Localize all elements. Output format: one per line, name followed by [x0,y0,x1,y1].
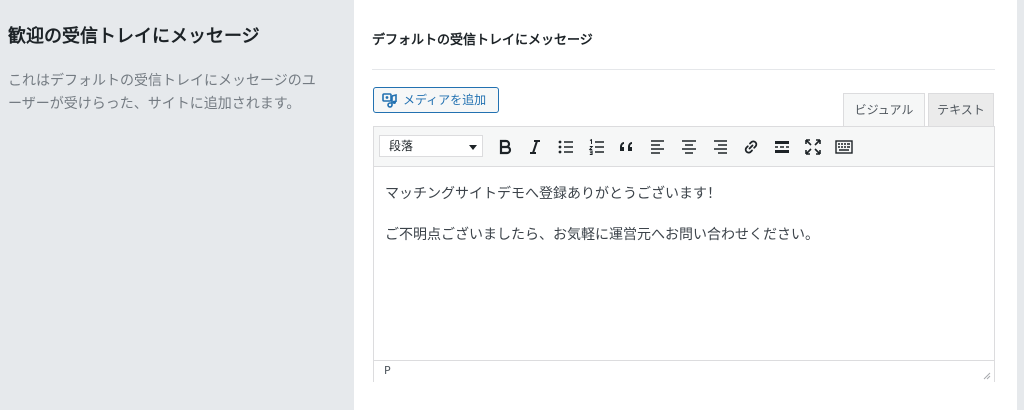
toolbar-toggle-button[interactable] [834,137,854,157]
bulleted-list-button[interactable] [556,137,576,157]
bulleted-list-icon [558,140,573,154]
fullscreen-icon [805,139,821,155]
editor-statusbar: P [374,360,994,382]
format-select-value: 段落 [389,139,414,153]
read-more-icon [775,141,789,153]
align-right-button[interactable] [710,137,730,157]
section-title: デフォルトの受信トレイにメッセージ [372,33,593,48]
align-center-icon [682,140,696,154]
paragraph-format-select[interactable]: 段落 [379,135,483,157]
add-media-label: メディアを追加 [403,93,487,107]
settings-sidebar: 歓迎の受信トレイにメッセージ これはデフォルトの受信トレイにメッセージのユーザー… [0,0,354,410]
resize-handle-icon[interactable] [981,370,991,380]
italic-icon [530,140,540,154]
editor-toolbar: 段落 [374,127,994,167]
element-path[interactable]: P [384,364,391,377]
align-center-button[interactable] [679,137,699,157]
italic-button[interactable] [525,137,545,157]
divider [372,69,995,70]
bold-icon [499,139,512,155]
media-add-icon [382,92,398,108]
bold-button[interactable] [495,137,515,157]
settings-title: 歓迎の受信トレイにメッセージ [8,26,260,47]
content-paragraph: ご不明点ございましたら、お気軽に運営元へお問い合わせください。 [385,227,819,243]
read-more-button[interactable] [772,137,792,157]
blockquote-button[interactable] [617,137,637,157]
tab-text[interactable]: テキスト [928,93,994,127]
editor-content[interactable]: マッチングサイトデモへ登録ありがとうございます！ ご不明点ございましたら、お気軽… [385,183,819,265]
numbered-list-icon [588,138,604,155]
insert-link-button[interactable] [741,137,761,157]
page-gutter [1017,0,1024,410]
align-left-button[interactable] [648,137,668,157]
link-icon [744,140,758,154]
add-media-button[interactable]: メディアを追加 [373,87,499,113]
tab-visual[interactable]: ビジュアル [843,93,925,127]
fullscreen-button[interactable] [803,137,823,157]
rich-text-editor: 段落 マッチングサイトデモへ登録ありがとうございます！ ご不明点ございましたら、… [373,126,995,382]
quote-icon [620,142,632,151]
keyboard-icon [835,140,853,154]
chevron-down-icon [469,145,477,150]
align-left-icon [651,140,664,154]
numbered-list-button[interactable] [587,137,607,157]
align-right-icon [714,140,727,154]
content-paragraph: マッチングサイトデモへ登録ありがとうございます！ [385,186,721,202]
settings-description: これはデフォルトの受信トレイにメッセージのユーザーが受けらった、サイトに追加され… [8,73,316,112]
